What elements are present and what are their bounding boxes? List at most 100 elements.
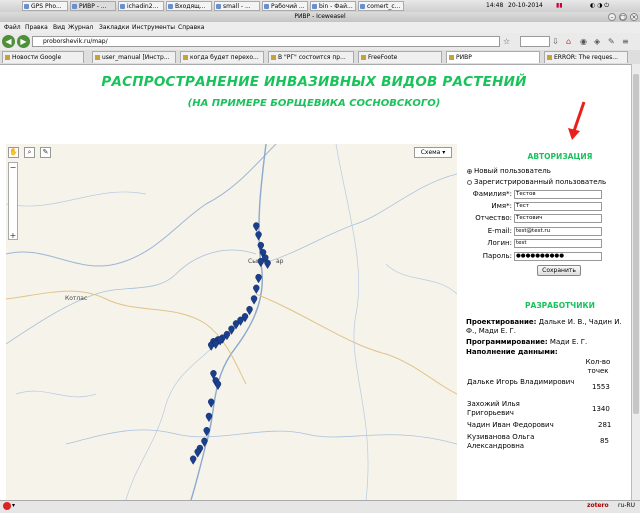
field-label: Фамилия*:	[472, 190, 512, 198]
clock: 14:48	[486, 2, 504, 9]
patronymic-input[interactable]: Тестович	[514, 214, 602, 223]
taskbar-item[interactable]: comert_c...	[358, 1, 404, 11]
table-row-name: Захожий Илья Григорьевич	[467, 400, 520, 417]
surname-input[interactable]: Тестов	[514, 190, 602, 199]
taskbar-item[interactable]: small - ...	[214, 1, 260, 11]
menu-view[interactable]: Вид	[53, 22, 65, 33]
tab-item[interactable]: Новости Google	[2, 51, 84, 63]
map-marker-icon[interactable]	[208, 398, 215, 408]
map-marker-icon[interactable]	[255, 274, 262, 284]
map-marker-icon[interactable]	[201, 437, 208, 447]
taskbar-item[interactable]: ichadin2...	[118, 1, 164, 11]
table-row-name: Дальке Игорь Владимирович	[467, 378, 575, 386]
zoom-in-icon[interactable]: −	[9, 163, 17, 172]
credit-filling: Наполнение данными:	[466, 348, 558, 356]
count-column-header: Кол-во точек	[585, 358, 611, 375]
table-row-name: Чадин Иван Федорович	[467, 421, 554, 429]
save-button[interactable]: Сохранить	[537, 265, 581, 276]
menu-icon[interactable]: ≡	[622, 37, 629, 46]
radio-selected-icon[interactable]	[467, 168, 472, 174]
field-label: E-mail:	[487, 227, 512, 235]
field-label: Логин:	[487, 239, 512, 247]
ruler-icon[interactable]: ✎	[40, 147, 51, 158]
map-marker-icon[interactable]	[189, 455, 197, 465]
zotero-label[interactable]: zotero	[587, 502, 609, 509]
minimize-icon[interactable]: –	[608, 13, 616, 21]
tab-item[interactable]: FreeFoote	[358, 51, 442, 63]
magnifier-icon[interactable]: ⌕	[24, 147, 35, 158]
page-scrollbar[interactable]	[631, 64, 640, 500]
flag-icon: ▮▮	[556, 2, 563, 9]
forward-icon[interactable]: ▶	[17, 35, 30, 48]
url-input[interactable]: proborshevik.ru/map/	[32, 36, 500, 47]
tab-item[interactable]: В "РГ" состоится пр...	[268, 51, 354, 63]
stop-icon[interactable]	[3, 502, 11, 510]
login-input[interactable]: test	[514, 239, 602, 248]
maximize-icon[interactable]: □	[619, 13, 627, 21]
map-marker-icon[interactable]	[246, 306, 253, 316]
tab-item[interactable]: когда будет перехо...	[180, 51, 264, 63]
close-icon[interactable]: ×	[630, 13, 638, 21]
scrollbar-thumb[interactable]	[633, 74, 639, 414]
addon-icon[interactable]: ◈	[594, 37, 600, 46]
credit-programming: Программирование: Мади Е. Г.	[466, 338, 588, 346]
menu-help[interactable]: Справка	[178, 22, 204, 33]
map-marker-icon[interactable]	[194, 448, 201, 458]
menu-bookmarks[interactable]: Закладки	[99, 22, 129, 33]
map-marker-icon[interactable]	[253, 284, 260, 294]
field-label: Отчество:	[475, 214, 512, 222]
radio-new-user[interactable]: Новый пользователь	[467, 167, 551, 176]
map-view[interactable]: Сык ар Котлас ✋ ⌕ ✎ − + Схема ▾	[6, 144, 457, 500]
back-icon[interactable]: ◀	[2, 35, 15, 48]
map-city-label: ар	[276, 258, 284, 265]
map-marker-icon[interactable]	[203, 427, 210, 437]
field-label: Пароль:	[482, 252, 512, 260]
tab-item[interactable]: user_manual [Инстр...	[92, 51, 176, 63]
navigation-bar: ◀ ▶ proborshevik.ru/map/ ☆ ⇩ ⌂ ◉ ◈ ✎ ≡	[0, 33, 640, 51]
radio-unselected-icon[interactable]	[467, 179, 472, 185]
taskbar-item[interactable]: РИВР - ...	[70, 1, 116, 11]
menu-history[interactable]: Журнал	[68, 22, 93, 33]
hand-tool-icon[interactable]: ✋	[8, 147, 19, 158]
taskbar-item[interactable]: GPS Pho...	[22, 1, 68, 11]
tab-item[interactable]: РИВР	[446, 51, 540, 63]
menu-edit[interactable]: Правка	[25, 22, 48, 33]
zoom-slider[interactable]: − +	[8, 162, 18, 240]
status-bar: ▾ zotero ru-RU	[0, 500, 640, 513]
table-row-name: Кузиванова Ольга Александровна	[467, 433, 535, 450]
taskbar-item[interactable]: bin - Фай...	[310, 1, 356, 11]
home-icon[interactable]: ⌂	[566, 37, 571, 46]
addon-icon[interactable]: ✎	[608, 37, 615, 46]
table-row-count: 281	[598, 421, 612, 429]
map-type-dropdown[interactable]: Схема ▾	[414, 147, 452, 158]
taskbar-item[interactable]: Входящ...	[166, 1, 212, 11]
table-row-count: 1553	[592, 383, 610, 391]
locale-label: ru-RU	[618, 502, 635, 509]
map-marker-icon[interactable]	[264, 259, 271, 269]
map-marker-icon[interactable]	[253, 222, 260, 232]
menu-file[interactable]: Файл	[4, 22, 21, 33]
tab-item[interactable]: ERROR: The reques...	[544, 51, 628, 63]
developers-heading: РАЗРАБОТЧИКИ	[525, 301, 595, 310]
addon-icon[interactable]: ◉	[580, 37, 587, 46]
radio-registered-user[interactable]: Зарегистрированный пользователь	[467, 178, 606, 187]
search-input[interactable]	[520, 36, 550, 47]
email-input[interactable]: test@test.ru	[514, 227, 602, 236]
page-subtitle: (НА ПРИМЕРЕ БОРЩЕВИКА СОСНОВСКОГО)	[187, 98, 441, 109]
map-markers	[189, 222, 271, 465]
menu-tools[interactable]: Инструменты	[132, 22, 175, 33]
bookmark-star-icon[interactable]: ☆	[503, 37, 510, 46]
auth-heading: АВТОРИЗАЦИЯ	[527, 152, 593, 161]
map-marker-icon[interactable]	[250, 295, 258, 305]
map-marker-icon[interactable]	[205, 412, 213, 423]
map-marker-icon[interactable]	[255, 231, 262, 241]
map-city-label: Сык	[248, 258, 261, 265]
download-icon[interactable]: ⇩	[552, 37, 559, 46]
name-input[interactable]: Тест	[514, 202, 602, 211]
map-marker-icon[interactable]	[214, 380, 222, 391]
table-row-count: 1340	[592, 405, 610, 413]
password-input[interactable]: ●●●●●●●●●●	[514, 252, 602, 261]
taskbar-item[interactable]: Рабочий ...	[262, 1, 308, 11]
window-title-text: РИВР - Iceweasel	[294, 13, 346, 20]
zoom-out-icon[interactable]: +	[9, 231, 17, 240]
